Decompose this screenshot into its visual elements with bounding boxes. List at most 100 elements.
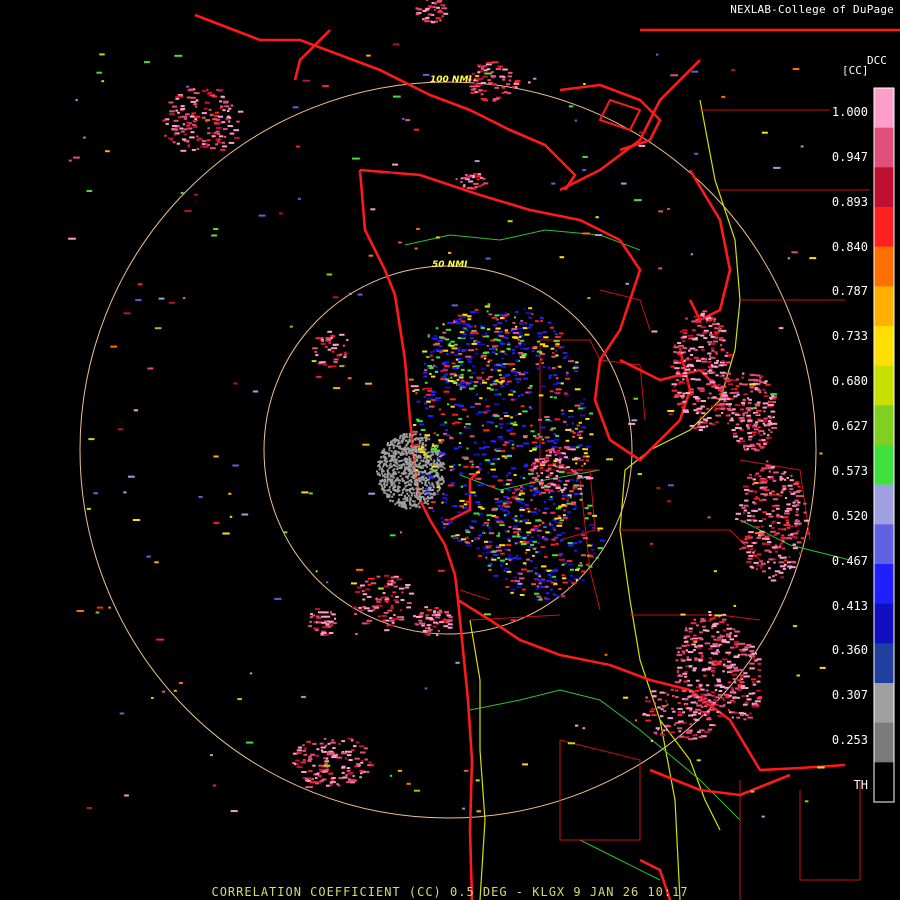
radar-return-pixel xyxy=(680,658,684,661)
radar-return-pixel xyxy=(501,455,506,458)
radar-return-pixel xyxy=(93,492,99,495)
radar-return-pixel xyxy=(539,458,545,460)
radar-return-pixel xyxy=(517,377,521,380)
radar-return-pixel xyxy=(586,445,590,448)
radar-return-pixel xyxy=(144,61,150,64)
radar-return-pixel xyxy=(666,728,669,731)
radar-return-pixel xyxy=(511,447,515,449)
radar-return-pixel xyxy=(759,469,765,472)
radar-return-pixel xyxy=(699,426,706,429)
radar-return-pixel xyxy=(675,659,679,662)
clutter-pixel xyxy=(412,500,414,503)
radar-return-pixel xyxy=(333,343,339,346)
radar-return-pixel xyxy=(413,424,417,426)
radar-return-pixel xyxy=(555,542,559,545)
radar-return-pixel xyxy=(769,422,773,425)
radar-return-pixel xyxy=(709,356,716,359)
radar-return-pixel xyxy=(427,13,433,16)
radar-return-pixel xyxy=(792,547,798,550)
radar-return-pixel xyxy=(711,625,717,628)
radar-return-pixel xyxy=(744,411,748,414)
radar-return-pixel xyxy=(581,570,586,573)
radar-return-pixel xyxy=(346,754,352,757)
clutter-pixel xyxy=(418,505,421,508)
clutter-pixel xyxy=(404,436,406,439)
radar-return-pixel xyxy=(346,767,351,770)
radar-return-pixel xyxy=(757,443,761,445)
radar-return-pixel xyxy=(518,493,522,496)
clutter-pixel xyxy=(383,485,386,488)
radar-return-pixel xyxy=(736,378,739,381)
radar-return-pixel xyxy=(535,519,541,522)
radar-return-pixel xyxy=(528,81,531,84)
radar-return-pixel xyxy=(741,653,747,656)
radar-return-pixel xyxy=(454,343,458,346)
radar-return-pixel xyxy=(711,694,715,697)
radar-return-pixel xyxy=(760,493,764,496)
radar-return-pixel xyxy=(485,257,491,260)
radar-return-pixel xyxy=(695,412,700,415)
radar-return-pixel xyxy=(503,569,507,572)
clutter-pixel xyxy=(401,459,404,462)
radar-return-pixel xyxy=(478,89,483,92)
clutter-pixel xyxy=(420,459,423,462)
radar-return-pixel xyxy=(137,283,143,286)
radar-return-pixel xyxy=(717,693,722,696)
radar-return-pixel xyxy=(415,623,420,626)
radar-return-pixel xyxy=(216,132,221,135)
radar-return-pixel xyxy=(541,536,545,538)
radar-return-pixel xyxy=(535,445,542,448)
radar-return-pixel xyxy=(201,90,207,93)
radar-return-pixel xyxy=(785,519,789,522)
radar-return-pixel xyxy=(555,450,560,453)
radar-return-pixel xyxy=(678,730,682,733)
radar-return-pixel xyxy=(182,297,186,300)
radar-return-pixel xyxy=(726,660,732,663)
clutter-pixel xyxy=(415,465,418,468)
radar-return-pixel xyxy=(471,540,474,542)
radar-return-pixel xyxy=(797,501,801,504)
clutter-pixel xyxy=(421,471,424,474)
radar-return-pixel xyxy=(517,371,521,374)
radar-return-pixel xyxy=(774,544,778,547)
credit-text: NEXLAB-College of DuPage xyxy=(728,3,896,16)
radar-return-pixel xyxy=(708,324,713,327)
radar-return-pixel xyxy=(538,418,543,421)
radar-return-pixel xyxy=(760,566,763,569)
radar-return-pixel xyxy=(791,536,797,539)
radar-return-pixel xyxy=(712,616,717,619)
clutter-pixel xyxy=(409,496,412,499)
radar-return-pixel xyxy=(787,484,793,487)
radar-return-pixel xyxy=(751,566,755,569)
radar-return-pixel xyxy=(756,409,762,412)
radar-return-pixel xyxy=(681,689,686,692)
radar-return-pixel xyxy=(528,324,534,326)
radar-return-pixel xyxy=(212,784,217,787)
radar-return-pixel xyxy=(547,467,552,470)
radar-return-pixel xyxy=(86,507,91,510)
radar-return-pixel xyxy=(803,502,807,505)
radar-return-pixel xyxy=(679,735,685,738)
radar-return-pixel xyxy=(716,678,721,681)
clutter-pixel xyxy=(385,492,388,495)
radar-return-pixel xyxy=(694,719,700,721)
radar-return-pixel xyxy=(496,534,500,537)
radar-return-pixel xyxy=(207,93,214,96)
clutter-pixel xyxy=(415,437,418,440)
radar-return-pixel xyxy=(323,363,328,366)
radar-return-pixel xyxy=(330,334,335,337)
radar-return-pixel xyxy=(786,503,791,506)
radar-return-pixel xyxy=(414,444,420,447)
radar-return-pixel xyxy=(442,331,447,334)
radar-return-pixel xyxy=(341,752,347,755)
radar-return-pixel xyxy=(200,145,203,148)
clutter-pixel xyxy=(427,496,429,499)
radar-return-pixel xyxy=(722,394,728,397)
clutter-pixel xyxy=(426,478,429,481)
radar-return-pixel xyxy=(412,430,418,433)
radar-return-pixel xyxy=(710,704,713,707)
radar-return-pixel xyxy=(715,352,718,355)
radar-return-pixel xyxy=(756,568,759,571)
radar-return-pixel xyxy=(434,397,441,400)
radar-return-pixel xyxy=(660,733,666,736)
